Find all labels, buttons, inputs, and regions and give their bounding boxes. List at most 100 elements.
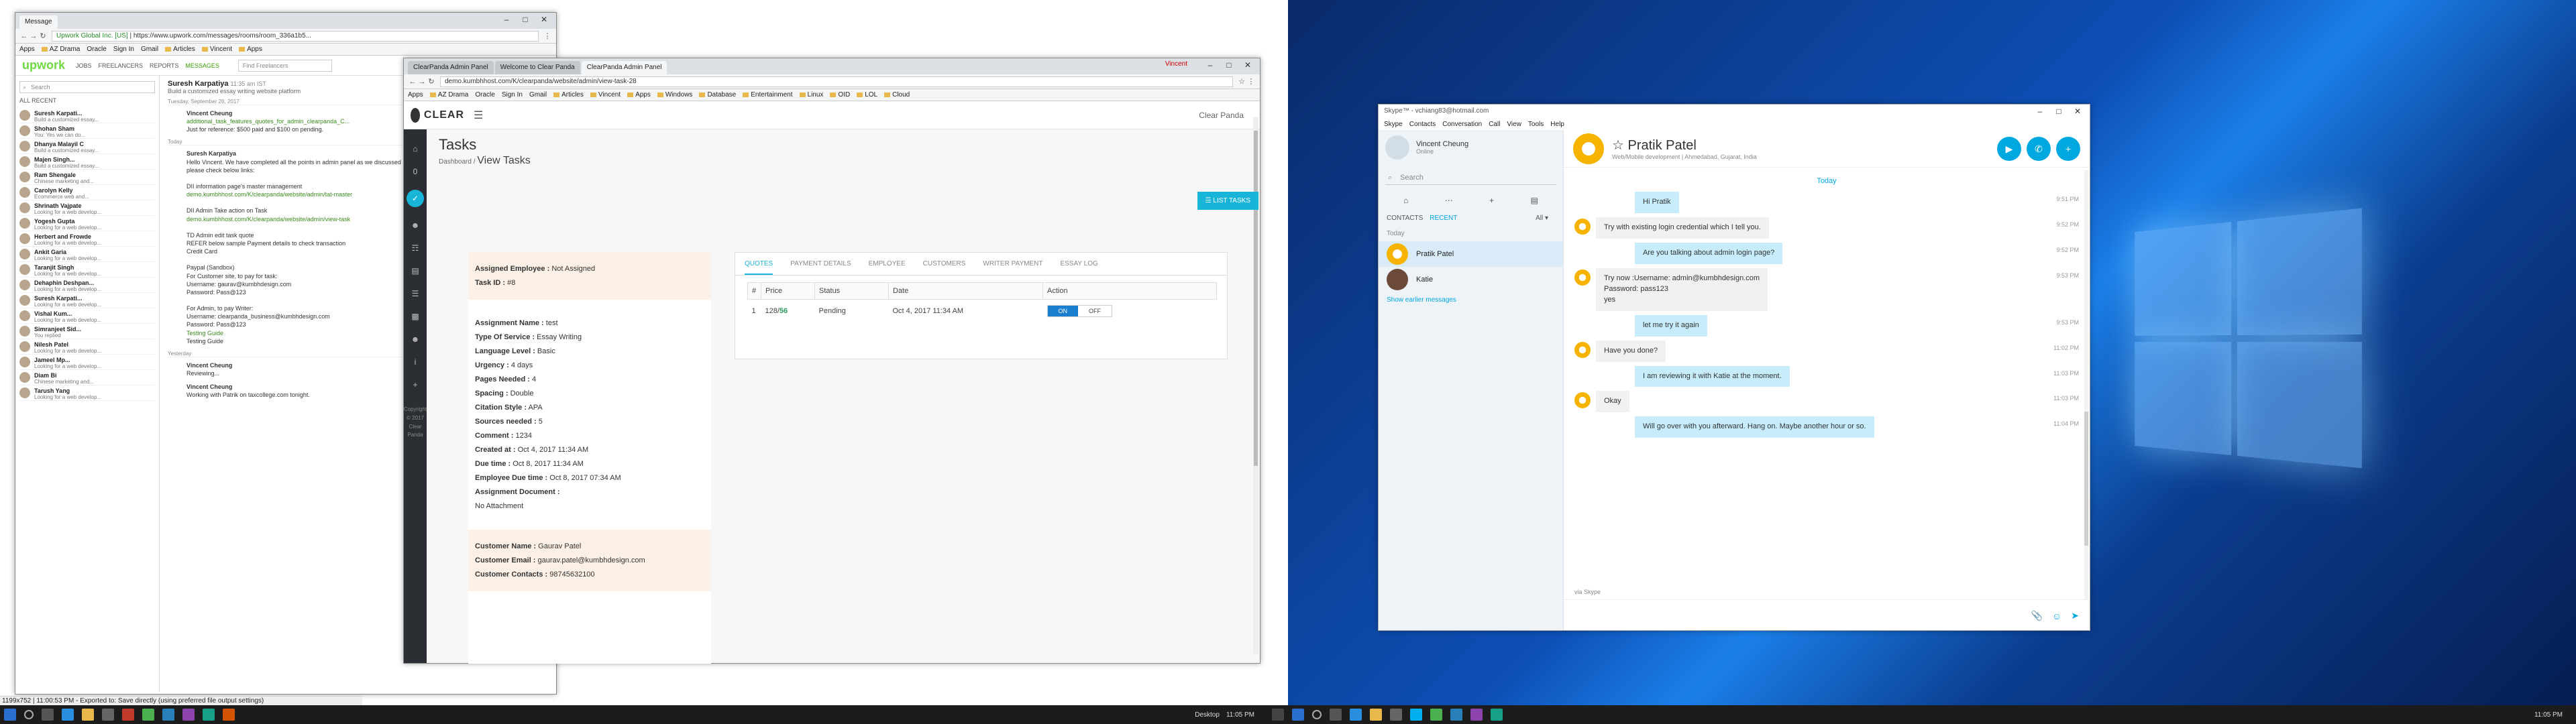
team-icon[interactable]: ☻ (411, 335, 420, 344)
file-explorer-icon[interactable] (1370, 709, 1382, 721)
conversation-item-katie[interactable]: Katie (1379, 267, 1563, 292)
tab-quotes[interactable]: QUOTES (745, 260, 773, 275)
info-icon[interactable]: i (411, 357, 420, 367)
contact-list-item[interactable]: Suresh Karpati... Looking for a web devel… (19, 293, 155, 308)
contact-list-item[interactable]: Taranjit Singh Looking for a web develop.… (19, 262, 155, 278)
home-icon[interactable]: ⌂ (1403, 196, 1408, 205)
bookmark-item[interactable]: Sign In (113, 46, 134, 53)
back-icon[interactable]: ← (19, 32, 29, 40)
contact-list-item[interactable]: Yogesh Gupta Looking for a web develop... (19, 216, 155, 231)
bookmark-item[interactable]: Gmail (529, 91, 547, 99)
menu-item[interactable]: View (1507, 121, 1521, 128)
list-icon[interactable]: ☰ (411, 289, 420, 298)
reload-icon[interactable]: ↻ (38, 32, 48, 40)
contact-list-item[interactable]: Jameel Mp... Looking for a web develop... (19, 355, 155, 370)
back-icon[interactable]: ← (408, 78, 417, 86)
menu-item[interactable]: Tools (1528, 121, 1544, 128)
minimize-icon[interactable]: – (1201, 60, 1220, 70)
bookmark-item[interactable]: Apps (627, 91, 651, 99)
clock[interactable]: 11:05 PM (2534, 711, 2563, 719)
attachment-link[interactable]: additional_task_features_quotes_for_admi… (186, 118, 350, 125)
attach-icon[interactable]: 📎 (2031, 610, 2043, 621)
contact-list-item[interactable]: Carolyn Kelly Ecommerce web and... (19, 185, 155, 200)
contact-list-item[interactable]: Shohan Sham You: Yes we can do... (19, 123, 155, 139)
browser-tab[interactable]: Welcome to Clear Panda (494, 61, 580, 74)
tab-essay-log[interactable]: ESSAY LOG (1060, 260, 1097, 267)
show-earlier-messages-link[interactable]: Show earlier messages (1379, 292, 1563, 308)
menu-item[interactable]: Skype (1384, 121, 1403, 128)
contact-list-item[interactable]: Shrinath Vajpate Looking for a web develo… (19, 200, 155, 216)
bookmark-item[interactable]: Apps (19, 46, 35, 53)
task-view-icon[interactable] (42, 709, 54, 721)
close-icon[interactable]: ✕ (1238, 60, 1257, 70)
minimize-icon[interactable]: – (2031, 105, 2049, 118)
upwork-logo[interactable]: upwork (22, 58, 65, 72)
file-explorer-icon[interactable] (82, 709, 94, 721)
video-call-icon[interactable]: ▶ (1997, 136, 2021, 161)
hamburger-menu-icon[interactable]: ☰ (474, 109, 483, 122)
bookmark-item[interactable]: Windows (657, 91, 693, 99)
reload-icon[interactable]: ↻ (427, 77, 436, 86)
menu-item[interactable]: Call (1489, 121, 1500, 128)
tab-writer-payment[interactable]: WRITER PAYMENT (983, 260, 1042, 267)
contact-list-item[interactable]: Diam Bi Chinese marketing and... (19, 370, 155, 385)
close-icon[interactable]: ✕ (2068, 105, 2087, 118)
bookmark-item[interactable]: Vincent (590, 91, 621, 99)
group-icon[interactable]: ☶ (411, 243, 420, 253)
home-icon[interactable]: ⌂ (411, 144, 420, 154)
bookmark-item[interactable]: Gmail (141, 46, 158, 53)
search-icon[interactable] (24, 710, 34, 719)
nav-reports[interactable]: REPORTS (150, 62, 178, 69)
bookmark-item[interactable]: OID (830, 91, 850, 99)
contact-list-item[interactable]: Nilesh Patel Looking for a web develop... (19, 339, 155, 355)
my-profile[interactable]: Vincent Cheung Online (1379, 130, 1563, 165)
upwork-url-field[interactable]: Upwork Global Inc. [US] | https://www.up… (52, 30, 539, 42)
bookmark-item[interactable]: LOL (857, 91, 877, 99)
chart-icon[interactable]: ▩ (411, 312, 420, 321)
dialpad-icon[interactable]: ⋯ (1445, 196, 1453, 205)
toggle-off[interactable]: OFF (1078, 306, 1112, 316)
all-recent-label[interactable]: ALL RECENT (19, 97, 155, 104)
tasks-icon[interactable]: ✓ (407, 190, 424, 207)
chat-scrollbar[interactable] (2084, 170, 2088, 599)
store-icon[interactable] (102, 709, 114, 721)
app-icon[interactable] (162, 709, 174, 721)
contact-list-item[interactable]: Dehaphin Deshpan... Looking for a web dev… (19, 278, 155, 293)
bookmark-item[interactable]: Articles (553, 91, 584, 99)
skype-search-input[interactable]: Search (1385, 170, 1556, 185)
header-user-menu[interactable]: Clear Panda (1199, 111, 1244, 120)
find-freelancers-input[interactable]: Find Freelancers (237, 59, 332, 72)
filter-all-dropdown[interactable]: All ▾ (1536, 215, 1548, 222)
task-view-icon[interactable] (1330, 709, 1342, 721)
contacts-search-input[interactable]: Search (19, 81, 155, 93)
app-icon[interactable] (1491, 709, 1503, 721)
app-icon[interactable] (182, 709, 195, 721)
search-icon[interactable] (1312, 710, 1322, 719)
list-tasks-button[interactable]: ☰ LIST TASKS (1197, 192, 1258, 210)
chrome-icon[interactable] (1430, 709, 1442, 721)
star-icon[interactable]: ☆ (1237, 77, 1246, 86)
tab-recent[interactable]: RECENT (1430, 215, 1457, 222)
clock[interactable]: 11:05 PM (1226, 711, 1254, 719)
forward-icon[interactable]: → (417, 78, 427, 86)
bookmark-folder[interactable]: AZ Drama (42, 46, 80, 53)
bookmark-item[interactable]: Database (699, 91, 736, 99)
tab-contacts[interactable]: CONTACTS (1387, 215, 1423, 222)
emoji-icon[interactable]: ☺ (2052, 611, 2061, 621)
menu-item[interactable]: Contacts (1409, 121, 1436, 128)
bookmark-item[interactable]: Apps (408, 91, 423, 99)
bookmark-folder[interactable]: Apps (239, 46, 262, 53)
add-user-icon[interactable]: + (411, 380, 420, 389)
count-icon[interactable]: 0 (411, 167, 420, 176)
contact-list-item[interactable]: Ram Shengale Chinese marketing and... (19, 170, 155, 185)
store-icon[interactable] (1390, 709, 1402, 721)
browser-tab[interactable]: ClearPanda Admin Panel (408, 61, 494, 74)
contact-list-item[interactable]: Majen Singh... Build a customized essay..… (19, 154, 155, 170)
notification-icon[interactable] (1272, 709, 1284, 721)
document-icon[interactable]: ▤ (411, 266, 420, 276)
contact-list-item[interactable]: Suresh Karpati... Build a customized essa… (19, 108, 155, 123)
edge-icon[interactable] (62, 709, 74, 721)
chrome-icon[interactable] (142, 709, 154, 721)
menu-icon[interactable]: ⋮ (1246, 77, 1256, 86)
bookmark-folder[interactable]: Vincent (202, 46, 232, 53)
